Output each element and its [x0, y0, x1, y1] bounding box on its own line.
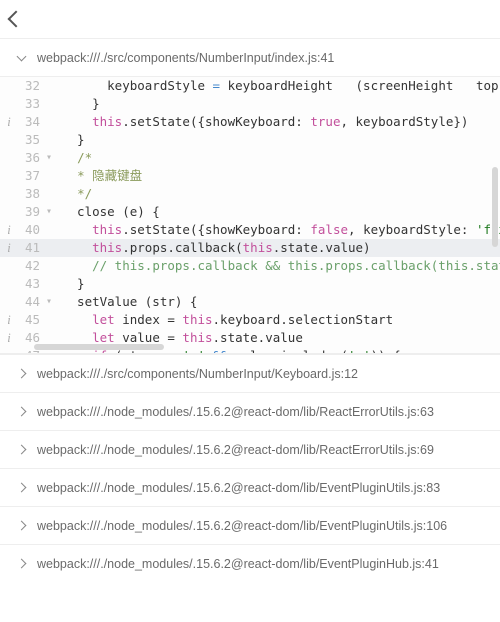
code-text: } — [58, 95, 500, 113]
line-number: 35 — [18, 131, 46, 149]
code-text: keyboardStyle = keyboardHeight (screenHe… — [58, 77, 500, 95]
code-text: } — [58, 131, 500, 149]
fold-marker: ▾ — [46, 293, 58, 311]
stack-frame-label: webpack:///./src/components/NumberInput/… — [37, 51, 334, 65]
topbar — [0, 0, 500, 38]
stack-frame-label: webpack:///./node_modules/.15.6.2@react-… — [37, 481, 440, 495]
line-number: 39 — [18, 203, 46, 221]
code-text: } — [58, 275, 500, 293]
code-text: close (e) { — [58, 203, 500, 221]
chevron-right-icon — [17, 407, 27, 417]
line-number: 43 — [18, 275, 46, 293]
vertical-scrollbar[interactable] — [492, 167, 498, 247]
line-number: 32 — [18, 77, 46, 95]
chevron-down-icon — [17, 52, 27, 62]
code-text: setValue (str) { — [58, 293, 500, 311]
line-number: 34 — [18, 113, 46, 131]
stack-frame-row[interactable]: webpack:///./node_modules/.15.6.2@react-… — [0, 506, 500, 544]
gutter-mark: i — [0, 311, 18, 329]
source-scroll[interactable]: 32 keyboardStyle = keyboardHeight (scree… — [0, 77, 500, 353]
stack-frame-label: webpack:///./node_modules/.15.6.2@react-… — [37, 443, 434, 457]
line-number: 45 — [18, 311, 46, 329]
code-line[interactable]: i40 this.setState({showKeyboard: false, … — [0, 221, 500, 239]
code-line[interactable]: 42 // this.props.callback && this.props.… — [0, 257, 500, 275]
chevron-right-icon — [17, 369, 27, 379]
gutter-mark: i — [0, 239, 18, 257]
code-text: // this.props.callback && this.props.cal… — [58, 257, 500, 275]
stack-frame-row[interactable]: webpack:///./src/components/NumberInput/… — [0, 354, 500, 392]
stack-frame-label: webpack:///./src/components/NumberInput/… — [37, 367, 358, 381]
code-line[interactable]: 43 } — [0, 275, 500, 293]
stack-frame-row[interactable]: webpack:///./node_modules/.15.6.2@react-… — [0, 430, 500, 468]
stack-frame-row[interactable]: webpack:///./node_modules/.15.6.2@react-… — [0, 544, 500, 582]
line-number: 40 — [18, 221, 46, 239]
stack-frame-label: webpack:///./node_modules/.15.6.2@react-… — [37, 405, 434, 419]
stack-frame-label: webpack:///./node_modules/.15.6.2@react-… — [37, 519, 447, 533]
chevron-right-icon — [17, 559, 27, 569]
stack-frame-row[interactable]: webpack:///./node_modules/.15.6.2@react-… — [0, 468, 500, 506]
code-line[interactable]: i34 this.setState({showKeyboard: true, k… — [0, 113, 500, 131]
fold-marker: ▾ — [46, 203, 58, 221]
code-line[interactable]: i45 let index = this.keyboard.selectionS… — [0, 311, 500, 329]
code-table: 32 keyboardStyle = keyboardHeight (scree… — [0, 77, 500, 353]
code-line[interactable]: 39▾ close (e) { — [0, 203, 500, 221]
line-number: 41 — [18, 239, 46, 257]
code-line[interactable]: 35 } — [0, 131, 500, 149]
horizontal-scrollbar[interactable] — [34, 344, 164, 350]
line-number: 33 — [18, 95, 46, 113]
chevron-right-icon — [17, 445, 27, 455]
stack-frame-row[interactable]: webpack:///./node_modules/.15.6.2@react-… — [0, 392, 500, 430]
code-line[interactable]: 32 keyboardStyle = keyboardHeight (scree… — [0, 77, 500, 95]
gutter-mark: i — [0, 113, 18, 131]
gutter-mark: i — [0, 221, 18, 239]
chevron-right-icon — [17, 483, 27, 493]
code-text: this.setState({showKeyboard: false, keyb… — [58, 221, 500, 239]
stack-frame-row[interactable]: webpack:///./src/components/NumberInput/… — [0, 38, 500, 76]
line-number: 44 — [18, 293, 46, 311]
code-line[interactable]: 44▾ setValue (str) { — [0, 293, 500, 311]
code-text: * 隐藏键盘 — [58, 167, 500, 185]
gutter-mark: i — [0, 329, 18, 347]
code-line[interactable]: 33 } — [0, 95, 500, 113]
line-number: 38 — [18, 185, 46, 203]
code-text: */ — [58, 185, 500, 203]
stack-frame-label: webpack:///./node_modules/.15.6.2@react-… — [37, 557, 439, 571]
fold-marker: ▾ — [46, 149, 58, 167]
back-icon[interactable] — [8, 11, 25, 28]
code-line[interactable]: 36▾ /* — [0, 149, 500, 167]
code-text: let index = this.keyboard.selectionStart — [58, 311, 500, 329]
code-line[interactable]: 37 * 隐藏键盘 — [0, 167, 500, 185]
source-panel: 32 keyboardStyle = keyboardHeight (scree… — [0, 76, 500, 354]
code-text: /* — [58, 149, 500, 167]
line-number: 37 — [18, 167, 46, 185]
line-number: 42 — [18, 257, 46, 275]
code-line[interactable]: 38 */ — [0, 185, 500, 203]
code-line[interactable]: i41 this.props.callback(this.state.value… — [0, 239, 500, 257]
code-text: this.props.callback(this.state.value) — [58, 239, 500, 257]
chevron-right-icon — [17, 521, 27, 531]
code-text: this.setState({showKeyboard: true, keybo… — [58, 113, 500, 131]
line-number: 36 — [18, 149, 46, 167]
